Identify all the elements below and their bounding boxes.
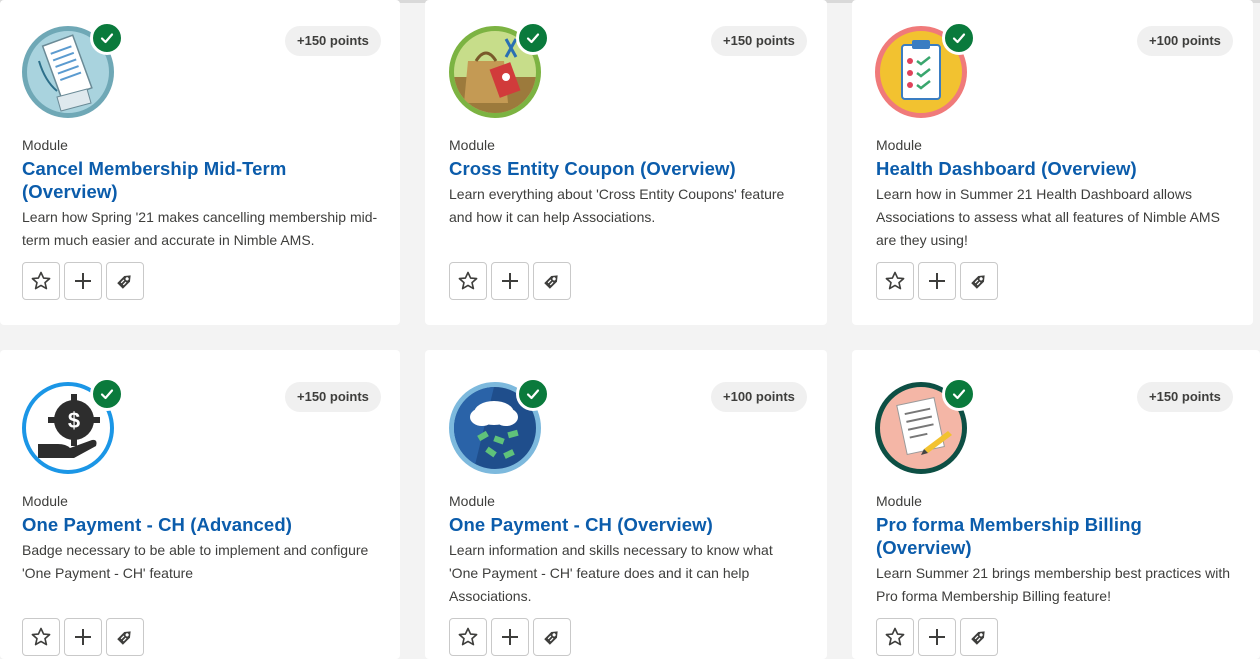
completed-check-icon (516, 21, 550, 55)
completed-check-icon (90, 21, 124, 55)
module-card: +150 points Module Cross Entity Coupon (… (425, 0, 827, 325)
tag-icon (544, 275, 558, 289)
module-title-link[interactable]: One Payment - CH (Advanced) (22, 513, 362, 536)
tag-icon (117, 631, 131, 645)
tag-button[interactable] (106, 618, 144, 656)
module-description: Learn everything about 'Cross Entity Cou… (449, 186, 785, 225)
star-icon (885, 271, 905, 290)
add-to-list-button[interactable] (491, 618, 529, 656)
tag-button[interactable] (533, 618, 571, 656)
favorite-button[interactable] (876, 262, 914, 300)
tag-button[interactable] (960, 262, 998, 300)
plus-icon (75, 273, 91, 289)
module-description: Learn information and skills necessary t… (449, 542, 773, 604)
module-description: Learn how in Summer 21 Health Dashboard … (876, 186, 1220, 248)
completed-check-icon (942, 21, 976, 55)
card-actions (22, 618, 144, 656)
tag-icon (544, 631, 558, 645)
points-badge: +100 points (1137, 26, 1233, 56)
tag-button[interactable] (106, 262, 144, 300)
favorite-button[interactable] (22, 262, 60, 300)
card-actions (449, 618, 571, 656)
content-type-label: Module (22, 137, 68, 153)
plus-icon (502, 273, 518, 289)
module-card: +100 points Module Health Dashboard (Ove… (852, 0, 1253, 325)
favorite-button[interactable] (449, 262, 487, 300)
points-badge: +150 points (285, 382, 381, 412)
add-to-list-button[interactable] (64, 262, 102, 300)
tag-icon (971, 275, 985, 289)
points-badge: +150 points (711, 26, 807, 56)
card-actions (449, 262, 571, 300)
module-title-link[interactable]: Cross Entity Coupon (Overview) (449, 157, 789, 180)
star-icon (458, 271, 478, 290)
content-type-label: Module (449, 493, 495, 509)
module-title-link[interactable]: Pro forma Membership Billing (Overview) (876, 513, 1216, 559)
module-description: Learn how Spring '21 makes cancelling me… (22, 209, 378, 248)
module-description: Badge necessary to be able to implement … (22, 542, 369, 581)
content-type-label: Module (449, 137, 495, 153)
add-to-list-button[interactable] (491, 262, 529, 300)
plus-icon (75, 629, 91, 645)
favorite-button[interactable] (22, 618, 60, 656)
tag-icon (971, 631, 985, 645)
content-type-label: Module (876, 137, 922, 153)
completed-check-icon (942, 377, 976, 411)
module-card: +150 points Module Pro forma Membership … (852, 350, 1260, 659)
add-to-list-button[interactable] (64, 618, 102, 656)
add-to-list-button[interactable] (918, 618, 956, 656)
module-description: Learn Summer 21 brings membership best p… (876, 565, 1231, 604)
star-icon (885, 627, 905, 646)
favorite-button[interactable] (876, 618, 914, 656)
tag-button[interactable] (533, 262, 571, 300)
module-title-link[interactable]: One Payment - CH (Overview) (449, 513, 789, 536)
card-actions (22, 262, 144, 300)
card-actions (876, 262, 998, 300)
tag-button[interactable] (960, 618, 998, 656)
points-badge: +150 points (285, 26, 381, 56)
points-badge: +150 points (1137, 382, 1233, 412)
star-icon (31, 271, 51, 290)
content-type-label: Module (876, 493, 922, 509)
module-title-link[interactable]: Health Dashboard (Overview) (876, 157, 1216, 180)
module-card: $ +150 points Module One Payment - CH (A… (0, 350, 400, 659)
module-card: +100 points Module One Payment - CH (Ove… (425, 350, 827, 659)
completed-check-icon (516, 377, 550, 411)
points-badge: +100 points (711, 382, 807, 412)
content-type-label: Module (22, 493, 68, 509)
completed-check-icon (90, 377, 124, 411)
module-title-link[interactable]: Cancel Membership Mid-Term (Overview) (22, 157, 362, 203)
module-card: +150 points Module Cancel Membership Mid… (0, 0, 400, 325)
svg-text:$: $ (68, 408, 80, 433)
tag-icon (117, 275, 131, 289)
favorite-button[interactable] (449, 618, 487, 656)
plus-icon (929, 629, 945, 645)
add-to-list-button[interactable] (918, 262, 956, 300)
plus-icon (929, 273, 945, 289)
plus-icon (502, 629, 518, 645)
star-icon (31, 627, 51, 646)
card-actions (876, 618, 998, 656)
star-icon (458, 627, 478, 646)
